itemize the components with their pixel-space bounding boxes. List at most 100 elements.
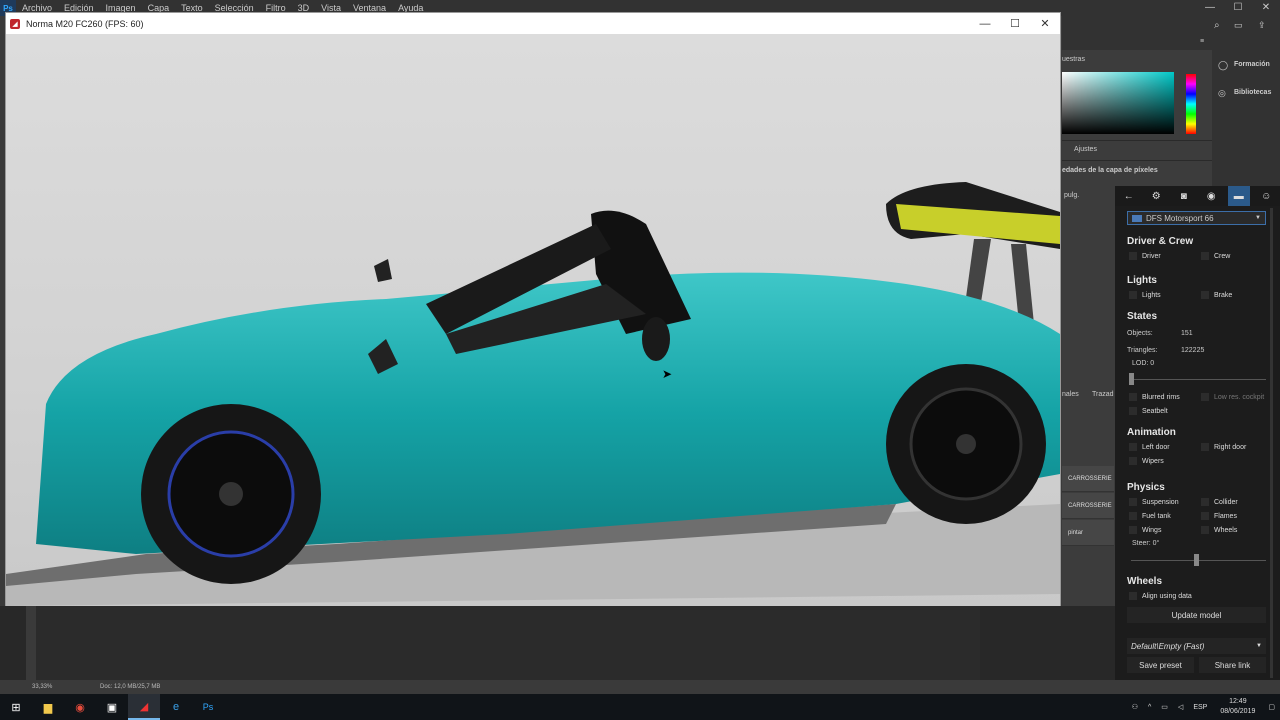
lod-slider-handle[interactable] [1129, 373, 1134, 385]
triangles-value: 122225 [1181, 347, 1205, 354]
bibliotecas-label[interactable]: Bibliotecas [1234, 89, 1271, 96]
driver-checkbox[interactable]: Driver [1129, 252, 1161, 260]
race-car-render [6, 182, 1060, 606]
channels-tab[interactable]: nales [1062, 391, 1079, 398]
minimize-button[interactable]: — [970, 13, 1000, 34]
chrome-icon[interactable]: ◉ [64, 694, 96, 720]
fuel-tank-label: Fuel tank [1142, 512, 1171, 520]
seatbelt-checkbox[interactable]: Seatbelt [1129, 407, 1168, 415]
wipers-checkbox[interactable]: Wipers [1129, 457, 1164, 465]
search-icon[interactable]: ⌕ [1214, 20, 1220, 31]
ps-minimize-icon[interactable]: — [1196, 0, 1224, 16]
driver-icon[interactable]: ☺ [1255, 186, 1277, 206]
car-icon[interactable]: ▬ [1227, 186, 1250, 206]
low-res-cockpit-label: Low res. cockpit [1214, 393, 1265, 401]
notifications-icon[interactable]: ▢ [1263, 703, 1280, 711]
rear-hub [956, 434, 976, 454]
close-button[interactable]: ✕ [1030, 13, 1060, 34]
save-preset-button[interactable]: Save preset [1127, 657, 1194, 673]
back-arrow-icon[interactable]: ← [1118, 186, 1140, 206]
mouse-cursor-icon: ➤ [662, 367, 673, 381]
left-door-label: Left door [1142, 443, 1170, 451]
panel-divider [1062, 160, 1212, 161]
lightbulb-icon[interactable]: ◯ [1218, 60, 1228, 71]
low-res-cockpit-checkbox[interactable]: Low res. cockpit [1201, 393, 1264, 401]
wheels-checkbox[interactable]: Wheels [1201, 526, 1237, 534]
update-model-button[interactable]: Update model [1127, 607, 1266, 623]
wings-label: Wings [1142, 526, 1162, 534]
3d-viewport[interactable]: ➤ [6, 34, 1060, 606]
ps-options-bar: ⌕ ▭ ⇪ [1062, 16, 1280, 34]
photoshop-taskbar-icon[interactable]: Ps [192, 694, 224, 720]
collider-checkbox[interactable]: Collider [1201, 498, 1238, 506]
volume-icon[interactable]: ◁ [1173, 703, 1188, 711]
ps-panel-tabs: ≡ [1062, 34, 1280, 50]
blurred-rims-checkbox[interactable]: Blurred rims [1129, 393, 1180, 401]
left-door-checkbox[interactable]: Left door [1129, 443, 1170, 451]
brake-label: Brake [1214, 291, 1233, 299]
fuel-tank-checkbox[interactable]: Fuel tank [1129, 512, 1171, 520]
steer-slider-handle[interactable] [1194, 554, 1199, 566]
section-driver-crew: Driver & Crew [1127, 236, 1194, 247]
ps-close-icon[interactable]: ✕ [1252, 0, 1280, 16]
chevron-down-icon: ▼ [1255, 215, 1261, 221]
libraries-icon[interactable]: ◎ [1218, 88, 1226, 99]
gear-icon[interactable]: ⚙ [1145, 186, 1167, 206]
collapse-icon[interactable]: ≡ [1200, 38, 1204, 45]
car-settings-panel: ← ⚙ ◙ ◉ ▬ ☺ DFS Motorsport 66 ▼ Driver &… [1115, 186, 1280, 680]
clock-date: 08/06/2019 [1220, 708, 1256, 715]
adjustments-tab[interactable]: Ajustes [1074, 146, 1097, 153]
window-titlebar[interactable]: ◢ Norma M20 FC260 (FPS: 60) — ☐ ✕ [6, 13, 1060, 34]
preset-value: Default\Empty (Fast) [1131, 641, 1205, 651]
hue-slider[interactable] [1186, 74, 1196, 134]
layer-row[interactable]: pintar [1062, 520, 1114, 546]
car-skin-select[interactable]: DFS Motorsport 66 ▼ [1127, 211, 1266, 225]
workspace-icon[interactable]: ▭ [1234, 20, 1243, 31]
formacion-label[interactable]: Formación [1234, 61, 1270, 68]
crew-checkbox[interactable]: Crew [1201, 252, 1230, 260]
car-skin-value: DFS Motorsport 66 [1146, 213, 1214, 223]
assetto-corsa-icon[interactable]: ◢ [128, 694, 160, 720]
section-lights: Lights [1127, 275, 1157, 286]
section-states: States [1127, 311, 1158, 322]
units-option[interactable]: pulg. [1064, 192, 1079, 199]
align-data-checkbox[interactable]: Align using data [1129, 592, 1192, 600]
share-icon[interactable]: ⇪ [1258, 20, 1266, 31]
wipers-label: Wipers [1142, 457, 1164, 465]
suspension-checkbox[interactable]: Suspension [1129, 498, 1179, 506]
pixel-layer-props-title: edades de la capa de píxeles [1062, 167, 1158, 174]
clock-time: 12:49 [1229, 698, 1247, 705]
eye-icon[interactable]: ◉ [1200, 186, 1222, 206]
side-mirror-pod [642, 317, 670, 361]
user-icon[interactable]: ⚇ [1127, 703, 1143, 711]
paths-tab[interactable]: Trazad [1092, 391, 1114, 398]
preset-select[interactable]: Default\Empty (Fast) ▼ [1127, 638, 1266, 654]
maximize-button[interactable]: ☐ [1000, 13, 1030, 34]
lights-checkbox[interactable]: Lights [1129, 291, 1161, 299]
windows-start-icon[interactable]: ⊞ [0, 694, 32, 720]
tray-chevron-icon[interactable]: ^ [1143, 704, 1156, 711]
file-explorer-icon[interactable]: ▆ [32, 694, 64, 720]
brake-checkbox[interactable]: Brake [1201, 291, 1232, 299]
store-icon[interactable]: ▣ [96, 694, 128, 720]
right-door-checkbox[interactable]: Right door [1201, 443, 1246, 451]
window-title: Norma M20 FC260 (FPS: 60) [26, 18, 144, 29]
camera-icon[interactable]: ◙ [1173, 186, 1195, 206]
flag-icon [1132, 214, 1142, 222]
share-link-button[interactable]: Share link [1199, 657, 1266, 673]
wings-checkbox[interactable]: Wings [1129, 526, 1161, 534]
clock[interactable]: 12:49 08/06/2019 [1212, 697, 1263, 717]
flames-checkbox[interactable]: Flames [1201, 512, 1237, 520]
ps-maximize-icon[interactable]: ☐ [1224, 0, 1252, 16]
ps-status-bar: 33,33% Doc: 12,0 MB/25,7 MB [0, 680, 1115, 694]
layer-row[interactable]: CARROSSERIE [1062, 466, 1114, 492]
network-icon[interactable]: ▭ [1156, 703, 1173, 711]
layer-row[interactable]: CARROSSERIE [1062, 493, 1114, 519]
swatches-tab[interactable]: uestras [1062, 56, 1085, 63]
zoom-level[interactable]: 33,33% [32, 684, 52, 690]
edge-icon[interactable]: e [160, 694, 192, 720]
panel-scrollbar[interactable] [1270, 208, 1273, 678]
color-picker-field[interactable] [1062, 72, 1174, 134]
objects-label: Objects: [1127, 330, 1153, 337]
language-indicator[interactable]: ESP [1188, 704, 1212, 711]
